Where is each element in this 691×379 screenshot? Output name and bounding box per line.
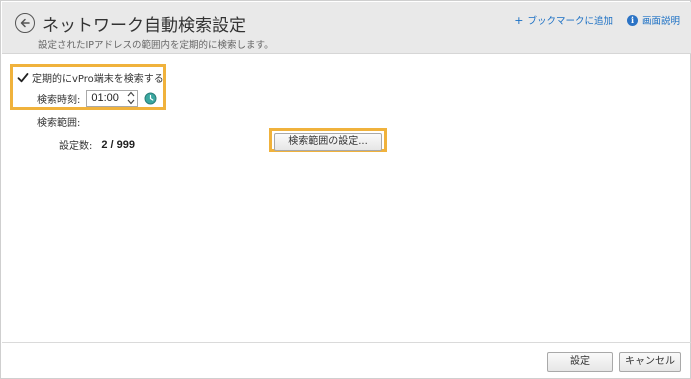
back-arrow-icon — [20, 18, 30, 28]
search-time-row: 検索時刻: 01:00 — [37, 90, 157, 107]
page-header: ネットワーク自動検索設定 設定されたIPアドレスの範囲内を定期的に検索します。 … — [2, 2, 691, 54]
clock-icon[interactable] — [144, 92, 157, 105]
search-range-settings-button[interactable]: 検索範囲の設定... — [274, 133, 382, 151]
page-subtitle: 設定されたIPアドレスの範囲内を定期的に検索します。 — [38, 40, 274, 51]
search-time-input[interactable]: 01:00 — [86, 90, 139, 107]
footer-divider — [2, 342, 691, 343]
help-link[interactable]: i 画面説明 — [626, 13, 680, 27]
chevron-up-icon[interactable] — [126, 91, 136, 98]
cancel-button[interactable]: キャンセル — [619, 352, 681, 372]
search-time-label: 検索時刻: — [37, 95, 81, 106]
periodic-search-checkbox[interactable]: 定期的にvPro端末を検索する — [17, 70, 164, 85]
save-button[interactable]: 設定 — [547, 352, 613, 372]
checkmark-icon[interactable] — [17, 72, 29, 84]
time-spinner[interactable] — [126, 91, 136, 106]
search-time-value: 01:00 — [91, 92, 119, 104]
page-title: ネットワーク自動検索設定 — [42, 16, 246, 36]
chevron-down-icon[interactable] — [126, 99, 136, 106]
range-count-label: 設定数: — [59, 141, 93, 152]
back-button[interactable] — [15, 13, 35, 33]
add-bookmark-link[interactable]: + ブックマークに追加 — [514, 13, 613, 28]
dialog-frame: ネットワーク自動検索設定 設定されたIPアドレスの範囲内を定期的に検索します。 … — [0, 0, 691, 379]
periodic-search-label: 定期的にvPro端末を検索する — [32, 74, 164, 85]
range-count-row: 設定数: 2 / 999 — [59, 137, 136, 153]
info-icon: i — [626, 14, 638, 26]
help-label: 画面説明 — [641, 16, 680, 27]
range-count-value: 2 / 999 — [101, 138, 136, 151]
plus-icon: + — [514, 13, 524, 27]
header-links: + ブックマークに追加 i 画面説明 — [514, 13, 680, 28]
add-bookmark-label: ブックマークに追加 — [527, 16, 613, 27]
search-range-label: 検索範囲: — [37, 118, 81, 129]
